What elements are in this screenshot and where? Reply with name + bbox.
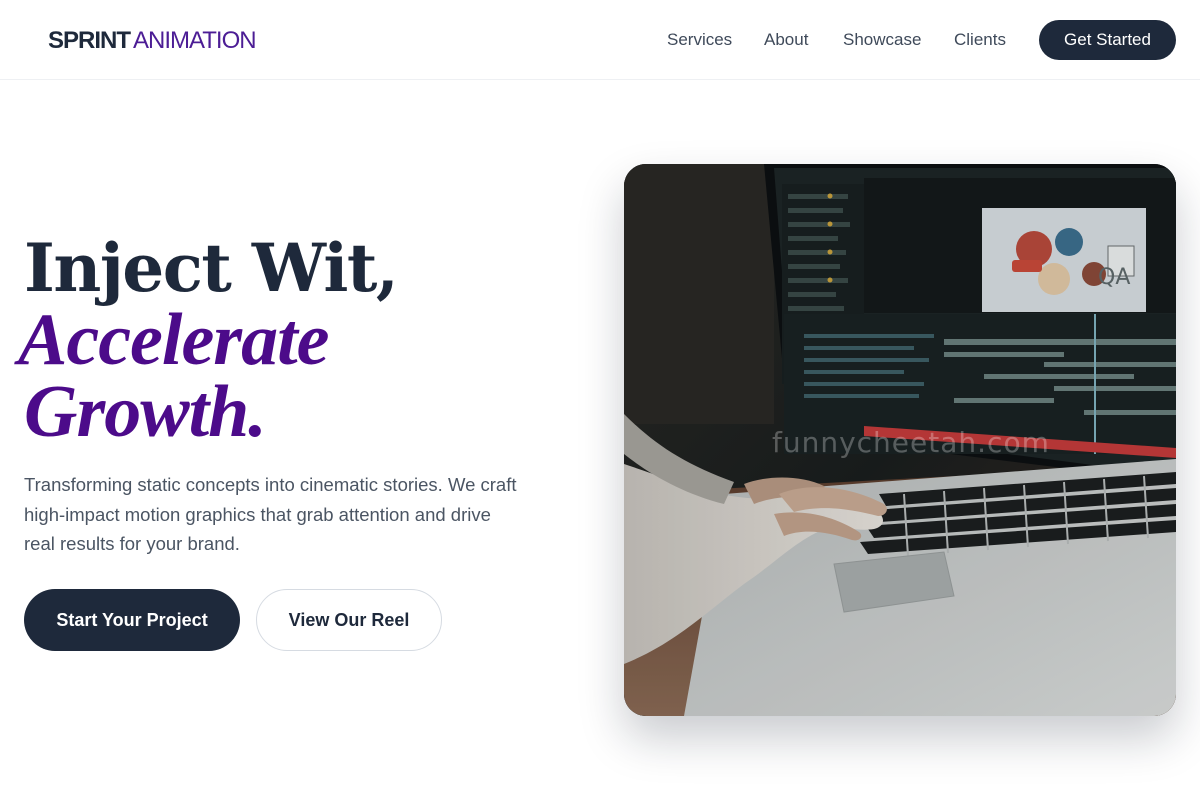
hero-image: QA (624, 164, 1176, 716)
hero-subtitle: Transforming static concepts into cinema… (24, 474, 517, 554)
nav-link-about[interactable]: About (764, 28, 808, 52)
nav-link-services[interactable]: Services (667, 28, 732, 52)
nav-link-clients[interactable]: Clients (954, 28, 1006, 52)
logo-primary-text: SPRINT (48, 27, 131, 54)
site-header: SPRINT ANIMATION Services About Showcase … (0, 0, 1200, 80)
headline-line-1: Inject Wit, (24, 229, 399, 307)
image-watermark: funnycheetah.com (772, 426, 1050, 459)
logo-secondary-text: ANIMATION (133, 27, 257, 54)
get-started-button[interactable]: Get Started (1039, 20, 1176, 60)
view-reel-button[interactable]: View Our Reel (256, 589, 442, 651)
headline-line-3: Growth. (24, 371, 267, 453)
start-project-button[interactable]: Start Your Project (24, 589, 240, 651)
brand-logo[interactable]: SPRINT ANIMATION (48, 26, 257, 56)
hero-headline: Inject Wit, Accelerate Growth. (18, 229, 584, 453)
headline-line-2: Accelerate (18, 299, 330, 381)
nav-link-showcase[interactable]: Showcase (843, 28, 921, 52)
